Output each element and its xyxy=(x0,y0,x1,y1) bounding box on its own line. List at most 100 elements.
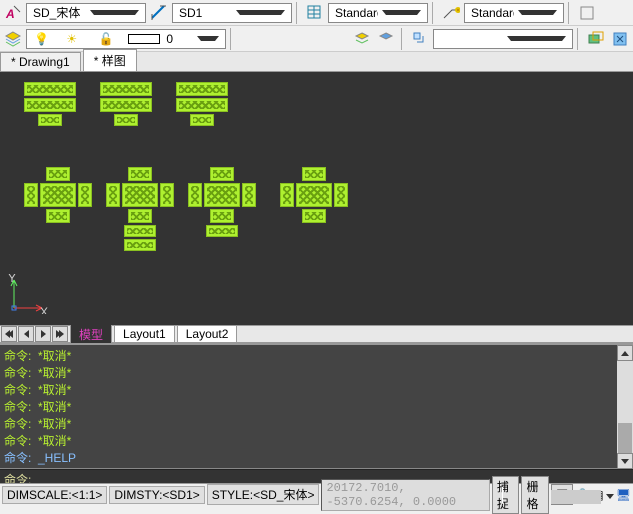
table-style-value: Standard xyxy=(331,6,378,20)
separator xyxy=(577,28,581,50)
scroll-thumb[interactable] xyxy=(618,423,632,453)
chevron-down-icon xyxy=(86,10,143,15)
command-help-line: 命令: _HELP xyxy=(4,449,629,466)
drawing-block xyxy=(100,82,152,96)
block-combo[interactable] xyxy=(433,29,573,49)
tool-icon-a[interactable] xyxy=(585,28,607,50)
scroll-up-icon[interactable] xyxy=(617,345,633,361)
drawing-block xyxy=(40,183,76,207)
drawing-block xyxy=(24,82,76,96)
layer-value: 0 xyxy=(162,32,192,46)
drawing-block xyxy=(38,114,62,126)
drawing-block xyxy=(128,209,152,223)
layers-icon[interactable] xyxy=(2,28,24,50)
tablestyle-icon[interactable] xyxy=(304,2,326,24)
drawing-block xyxy=(188,183,202,207)
snap-toggle[interactable]: 捕捉 xyxy=(492,476,520,514)
mleader-style-value: Standard xyxy=(467,6,514,20)
layout-tab-2[interactable]: Layout2 xyxy=(177,325,238,343)
drawing-block xyxy=(124,225,156,237)
status-monitor-icon[interactable]: 🖥 xyxy=(616,484,631,506)
separator xyxy=(401,28,405,50)
mleader-style-combo[interactable]: Standard xyxy=(464,3,564,23)
drawing-block xyxy=(124,239,156,251)
layer-color-icon xyxy=(128,34,160,44)
drawing-block xyxy=(106,183,120,207)
drawing-block xyxy=(114,114,138,126)
dim-style-value: SD1 xyxy=(175,6,232,20)
status-dropdown-icon[interactable] xyxy=(606,488,614,502)
drawing-block xyxy=(280,183,294,207)
status-dimsty: DIMSTY:<SD1> xyxy=(109,486,204,504)
svg-text:Y: Y xyxy=(8,274,16,285)
drawing-block xyxy=(176,82,228,96)
chevron-down-icon xyxy=(503,36,570,41)
layer-states-icon[interactable] xyxy=(351,28,373,50)
command-history-line: 命令: *取消* xyxy=(4,364,629,381)
text-cursor xyxy=(502,487,503,503)
mleaderstyle-icon[interactable] xyxy=(440,2,462,24)
command-history[interactable]: 命令: *取消*命令: *取消*命令: *取消*命令: *取消*命令: *取消*… xyxy=(0,345,633,469)
status-style: STYLE:<SD_宋体> xyxy=(207,484,320,505)
dim-style-combo[interactable]: SD1 xyxy=(172,3,292,23)
drawing-block xyxy=(204,183,240,207)
tab-nav-last[interactable] xyxy=(52,326,68,342)
table-style-combo[interactable]: Standard xyxy=(328,3,428,23)
drawing-tab-1[interactable]: * 样图 xyxy=(83,49,137,71)
drawing-block xyxy=(176,98,228,112)
chevron-down-icon xyxy=(193,36,223,41)
drawing-block xyxy=(242,183,256,207)
chevron-down-icon xyxy=(232,10,289,15)
command-scrollbar[interactable] xyxy=(617,345,633,469)
dimstyle-icon[interactable] xyxy=(148,2,170,24)
extra-button[interactable] xyxy=(576,2,598,24)
model-viewport[interactable]: Y X xyxy=(0,72,633,325)
layer-lock-icon: 🔓 xyxy=(95,32,125,46)
separator xyxy=(296,2,300,24)
scroll-down-icon[interactable] xyxy=(617,453,633,469)
layer-on-icon: 💡 xyxy=(30,32,60,46)
drawing-block xyxy=(160,183,174,207)
drawing-block xyxy=(100,98,152,112)
tab-nav-first[interactable] xyxy=(1,326,17,342)
drawing-block xyxy=(128,167,152,181)
font-style-combo[interactable]: SD_宋体 xyxy=(26,3,146,23)
command-panel: 命令: *取消*命令: *取消*命令: *取消*命令: *取消*命令: *取消*… xyxy=(0,343,633,483)
status-coords: 20172.7010, -5370.6254, 0.0000 xyxy=(321,479,489,511)
font-style-value: SD_宋体 xyxy=(29,4,86,21)
command-history-line: 命令: *取消* xyxy=(4,415,629,432)
drawing-block xyxy=(210,209,234,223)
drawing-block xyxy=(46,167,70,181)
ucs-icon: Y X xyxy=(8,274,48,317)
separator xyxy=(230,28,234,50)
drawing-block xyxy=(24,98,76,112)
drawing-block xyxy=(122,183,158,207)
command-history-line: 命令: *取消* xyxy=(4,347,629,364)
drawing-block xyxy=(210,167,234,181)
layout-tab-1[interactable]: Layout1 xyxy=(114,325,175,343)
separator xyxy=(568,2,572,24)
tab-nav-prev[interactable] xyxy=(18,326,34,342)
textstyle-icon[interactable]: A xyxy=(2,2,24,24)
svg-text:A: A xyxy=(5,7,15,21)
command-history-line: 命令: *取消* xyxy=(4,398,629,415)
hscroll-track[interactable] xyxy=(551,490,601,504)
drawing-block xyxy=(302,167,326,181)
drawing-block xyxy=(78,183,92,207)
tab-nav-next[interactable] xyxy=(35,326,51,342)
svg-text:X: X xyxy=(40,305,48,314)
layout-tab-model[interactable]: 模型 xyxy=(70,324,112,345)
layer-previous-icon[interactable] xyxy=(375,28,397,50)
drawing-tabs: * Drawing1 * 样图 xyxy=(0,52,633,72)
drawing-block xyxy=(46,209,70,223)
tool-icon-b[interactable] xyxy=(609,28,631,50)
drawing-tab-0[interactable]: * Drawing1 xyxy=(0,52,81,71)
separator xyxy=(432,2,436,24)
block-icon[interactable] xyxy=(409,28,431,50)
drawing-block xyxy=(206,225,238,237)
grid-toggle[interactable]: 栅格 xyxy=(521,476,549,514)
drawing-block xyxy=(190,114,214,126)
chevron-down-icon xyxy=(378,10,425,15)
layer-freeze-icon: ☀ xyxy=(62,32,92,46)
layer-combo[interactable]: 💡 ☀ 🔓 0 xyxy=(26,29,226,49)
